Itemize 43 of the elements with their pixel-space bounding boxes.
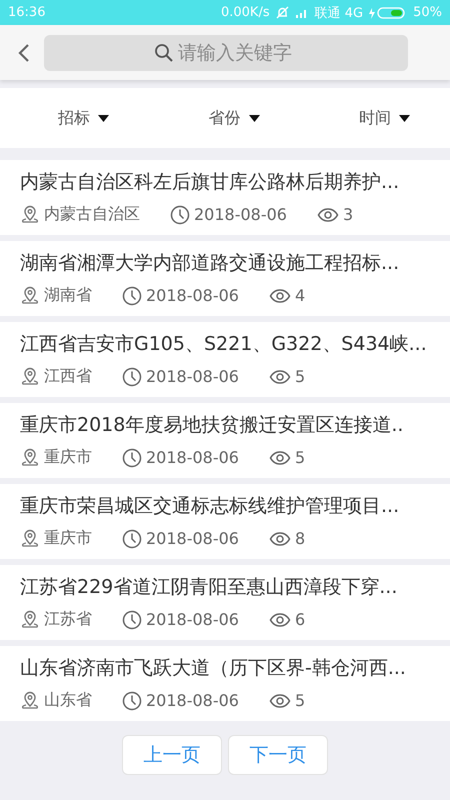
notice-title: 重庆市荣昌城区交通标志标线维护管理项目...	[20, 494, 400, 518]
notice-card[interactable]: 湖南省湘潭大学内部道路交通设施工程招标... 湖南省 2018-08-06 4	[0, 241, 450, 316]
region-label: 重庆市	[44, 528, 92, 549]
filter-dropdown[interactable]: 时间	[359, 104, 410, 132]
region-label: 重庆市	[44, 447, 92, 468]
date-label: 2018-08-06	[146, 529, 239, 548]
view-count: 5	[294, 691, 306, 710]
region-label: 湖南省	[44, 285, 92, 306]
search-field[interactable]: 请输入关键字	[44, 34, 408, 70]
notice-title: 重庆市2018年度易地扶贫搬迁安置区连接道..	[20, 413, 404, 437]
date-label: 2018-08-06	[146, 286, 239, 305]
filter-dropdown[interactable]: 招标	[58, 104, 109, 132]
clock-time: 16:36	[8, 5, 46, 20]
view-count: 8	[294, 529, 306, 548]
date-label: 2018-08-06	[146, 367, 239, 386]
view-count: 6	[294, 610, 306, 629]
filter-dropdown[interactable]: 省份	[208, 104, 260, 132]
notice-card[interactable]: 内蒙古自治区科左后旗甘库公路林后期养护... 内蒙古自治区 2018-08-06 3	[0, 160, 450, 235]
region-label: 山东省	[44, 690, 92, 711]
notice-title: 江西省吉安市G105、S221、G322、S434峡...	[20, 332, 428, 356]
notice-card[interactable]: 江苏省229省道江阴青阳至惠山西漳段下穿... 江苏省 2018-08-06 6	[0, 565, 450, 640]
notice-title: 湖南省湘潭大学内部道路交通设施工程招标...	[20, 251, 400, 275]
region-label: 江苏省	[44, 609, 92, 630]
notice-card[interactable]: 重庆市2018年度易地扶贫搬迁安置区连接道.. 重庆市 2018-08-06 5	[0, 403, 450, 478]
view-count: 5	[294, 448, 306, 467]
network-speed: 0.00K/s	[220, 5, 270, 20]
date-label: 2018-08-06	[146, 610, 239, 629]
date-label: 2018-08-06	[194, 205, 287, 224]
date-label: 2018-08-06	[146, 448, 239, 467]
carrier-label: 联通 4G	[314, 4, 364, 22]
view-count: 4	[294, 286, 306, 305]
region-label: 江西省	[44, 366, 92, 387]
notice-title: 江苏省229省道江阴青阳至惠山西漳段下穿...	[20, 575, 398, 599]
notice-title: 内蒙古自治区科左后旗甘库公路林后期养护...	[20, 170, 400, 194]
battery-percent: 50%	[413, 5, 442, 20]
notice-title: 山东省济南市飞跃大道（历下区界-韩仓河西...	[20, 656, 407, 680]
view-count: 5	[294, 367, 306, 386]
date-label: 2018-08-06	[146, 691, 239, 710]
notice-card[interactable]: 山东省济南市飞跃大道（历下区界-韩仓河西... 山东省 2018-08-06 5	[0, 646, 450, 721]
region-label: 内蒙古自治区	[44, 204, 140, 225]
notice-card[interactable]: 江西省吉安市G105、S221、G322、S434峡... 江西省 2018-08-06 5	[0, 322, 450, 397]
view-count: 3	[342, 205, 354, 224]
notice-card[interactable]: 重庆市荣昌城区交通标志标线维护管理项目... 重庆市 2018-08-06 8	[0, 484, 450, 559]
